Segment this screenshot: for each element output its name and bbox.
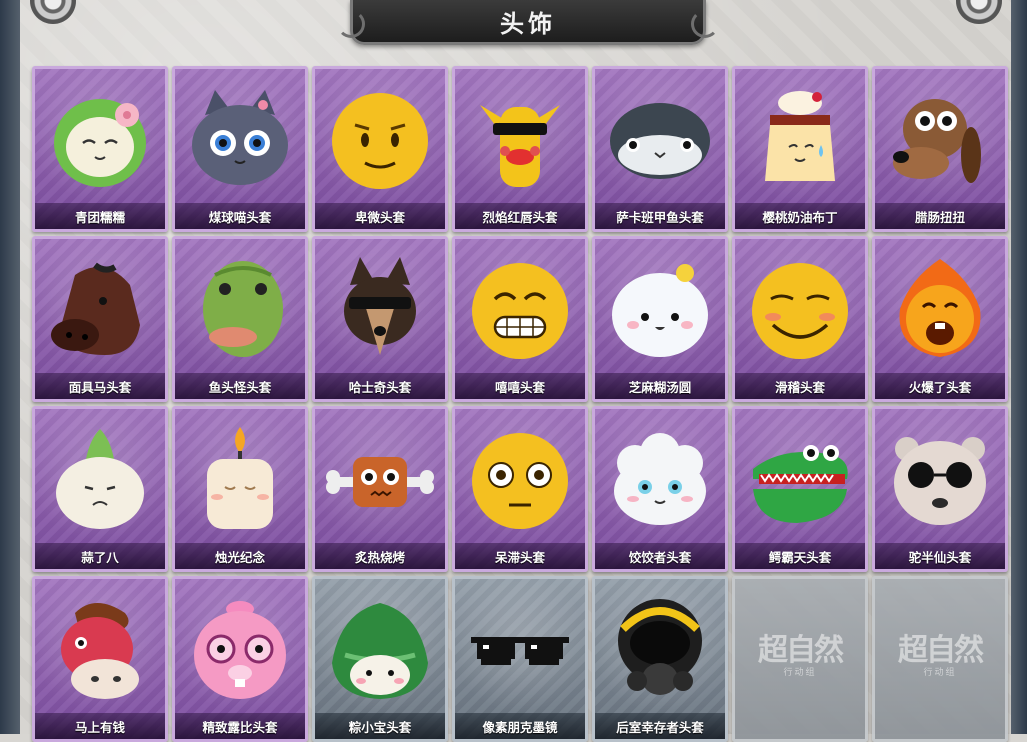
item-label: 粽小宝头套 — [348, 719, 412, 735]
tangyuan-icon — [612, 264, 708, 357]
item-card[interactable]: 马上有钱 — [32, 576, 168, 742]
dachshund-icon — [893, 99, 981, 183]
item-card[interactable]: 驼半仙头套 — [872, 406, 1008, 572]
dumpling-icon — [614, 433, 706, 525]
item-label: 煤球喵头套 — [208, 209, 272, 225]
item-card[interactable]: 蒜了八 — [32, 406, 168, 572]
grilled-meat-icon — [326, 457, 434, 507]
item-card[interactable]: 像素朋克墨镜 — [452, 576, 588, 742]
item-card[interactable]: 哈士奇头套 — [312, 236, 448, 402]
item-label: 像素朋克墨镜 — [482, 719, 558, 735]
cherry-pudding-icon — [765, 91, 835, 181]
item-card[interactable]: 鳄霸天头套 — [732, 406, 868, 572]
red-horse-icon — [61, 603, 139, 699]
item-label: 蒜了八 — [81, 549, 119, 565]
humble-face-icon — [332, 93, 428, 189]
item-label: 火爆了头套 — [908, 379, 972, 395]
item-card[interactable]: 滑稽头套 — [732, 236, 868, 402]
item-card[interactable]: 后室幸存者头套 — [592, 576, 728, 742]
gas-mask-helmet-icon — [618, 599, 702, 695]
dazed-face-icon — [472, 433, 568, 529]
item-label: 精致露比头套 — [202, 719, 278, 735]
item-label: 鱼头怪头套 — [208, 379, 272, 395]
item-card[interactable]: 腊肠扭扭 — [872, 66, 1008, 232]
item-label: 面具马头套 — [68, 379, 132, 395]
item-label: 炙热烧烤 — [354, 549, 405, 565]
item-label: 芝麻糊汤圆 — [628, 379, 692, 395]
crocodile-icon — [753, 445, 848, 523]
item-label: 樱桃奶油布丁 — [762, 209, 838, 225]
item-label: 腊肠扭扭 — [914, 209, 965, 225]
garlic-icon — [56, 429, 144, 529]
left-edge — [0, 0, 20, 734]
item-card[interactable]: 煤球喵头套 — [172, 66, 308, 232]
alpaca-sunglasses-icon — [894, 437, 986, 525]
watermark-logo: 超自然 — [898, 633, 984, 668]
empty-slot: 超自然 行动组 — [732, 576, 868, 742]
empty-slot: 超自然 行动组 — [872, 576, 1008, 742]
candle-icon — [207, 427, 273, 529]
item-card[interactable]: 芝麻糊汤圆 — [592, 236, 728, 402]
smirk-face-icon — [752, 263, 848, 359]
item-label: 萨卡班甲鱼头套 — [616, 209, 704, 225]
item-label: 嘻嘻头套 — [494, 379, 545, 395]
item-card[interactable]: 萨卡班甲鱼头套 — [592, 66, 728, 232]
item-card[interactable]: 呆滞头套 — [452, 406, 588, 572]
item-card[interactable]: 火爆了头套 — [872, 236, 1008, 402]
item-card[interactable]: 嘻嘻头套 — [452, 236, 588, 402]
item-card[interactable]: 精致露比头套 — [172, 576, 308, 742]
page-title: 头饰 — [500, 9, 556, 38]
item-card[interactable]: 饺饺者头套 — [592, 406, 728, 572]
item-card[interactable]: 青团糯糯 — [32, 66, 168, 232]
title-banner: 头饰 — [337, 0, 719, 45]
grin-face-icon — [472, 263, 568, 359]
item-card[interactable]: 粽小宝头套 — [312, 576, 448, 742]
item-label: 烈焰红唇头套 — [482, 209, 558, 225]
green-rice-ball-icon — [54, 99, 146, 187]
item-card[interactable]: 面具马头套 — [32, 236, 168, 402]
watermark-sub: 行动组 — [783, 668, 817, 678]
watermark-sub: 行动组 — [923, 668, 957, 678]
item-card[interactable]: 樱桃奶油布丁 — [732, 66, 868, 232]
item-label: 后室幸存者头套 — [616, 719, 704, 735]
item-label: 呆滞头套 — [494, 549, 545, 565]
item-label: 哈士奇头套 — [348, 379, 412, 395]
item-card[interactable]: 卑微头套 — [312, 66, 448, 232]
item-label: 鳄霸天头套 — [768, 549, 832, 565]
pixel-sunglasses-icon — [471, 637, 569, 665]
zongzi-icon — [332, 603, 428, 699]
fish-head-icon — [203, 261, 283, 357]
horse-mask-icon — [51, 262, 140, 355]
item-card[interactable]: 烈焰红唇头套 — [452, 66, 588, 232]
item-label: 饺饺者头套 — [628, 549, 692, 565]
fire-face-icon — [899, 259, 981, 357]
item-card[interactable]: 烛光纪念 — [172, 406, 308, 572]
item-card[interactable]: 炙热烧烤 — [312, 406, 448, 572]
sacabambaspis-icon — [610, 103, 710, 179]
item-label: 驼半仙头套 — [908, 549, 972, 565]
red-lips-pikachu-icon — [480, 105, 560, 187]
watermark-logo: 超自然 — [758, 633, 844, 668]
item-label: 青团糯糯 — [74, 209, 125, 225]
item-label: 马上有钱 — [74, 719, 125, 735]
husky-icon — [344, 257, 416, 355]
item-label: 烛光纪念 — [214, 549, 265, 565]
black-cat-icon — [192, 90, 288, 185]
item-label: 滑稽头套 — [774, 379, 825, 395]
pink-beaver-icon — [194, 601, 286, 699]
item-label: 卑微头套 — [354, 209, 405, 225]
right-edge — [1011, 0, 1027, 734]
item-card[interactable]: 鱼头怪头套 — [172, 236, 308, 402]
